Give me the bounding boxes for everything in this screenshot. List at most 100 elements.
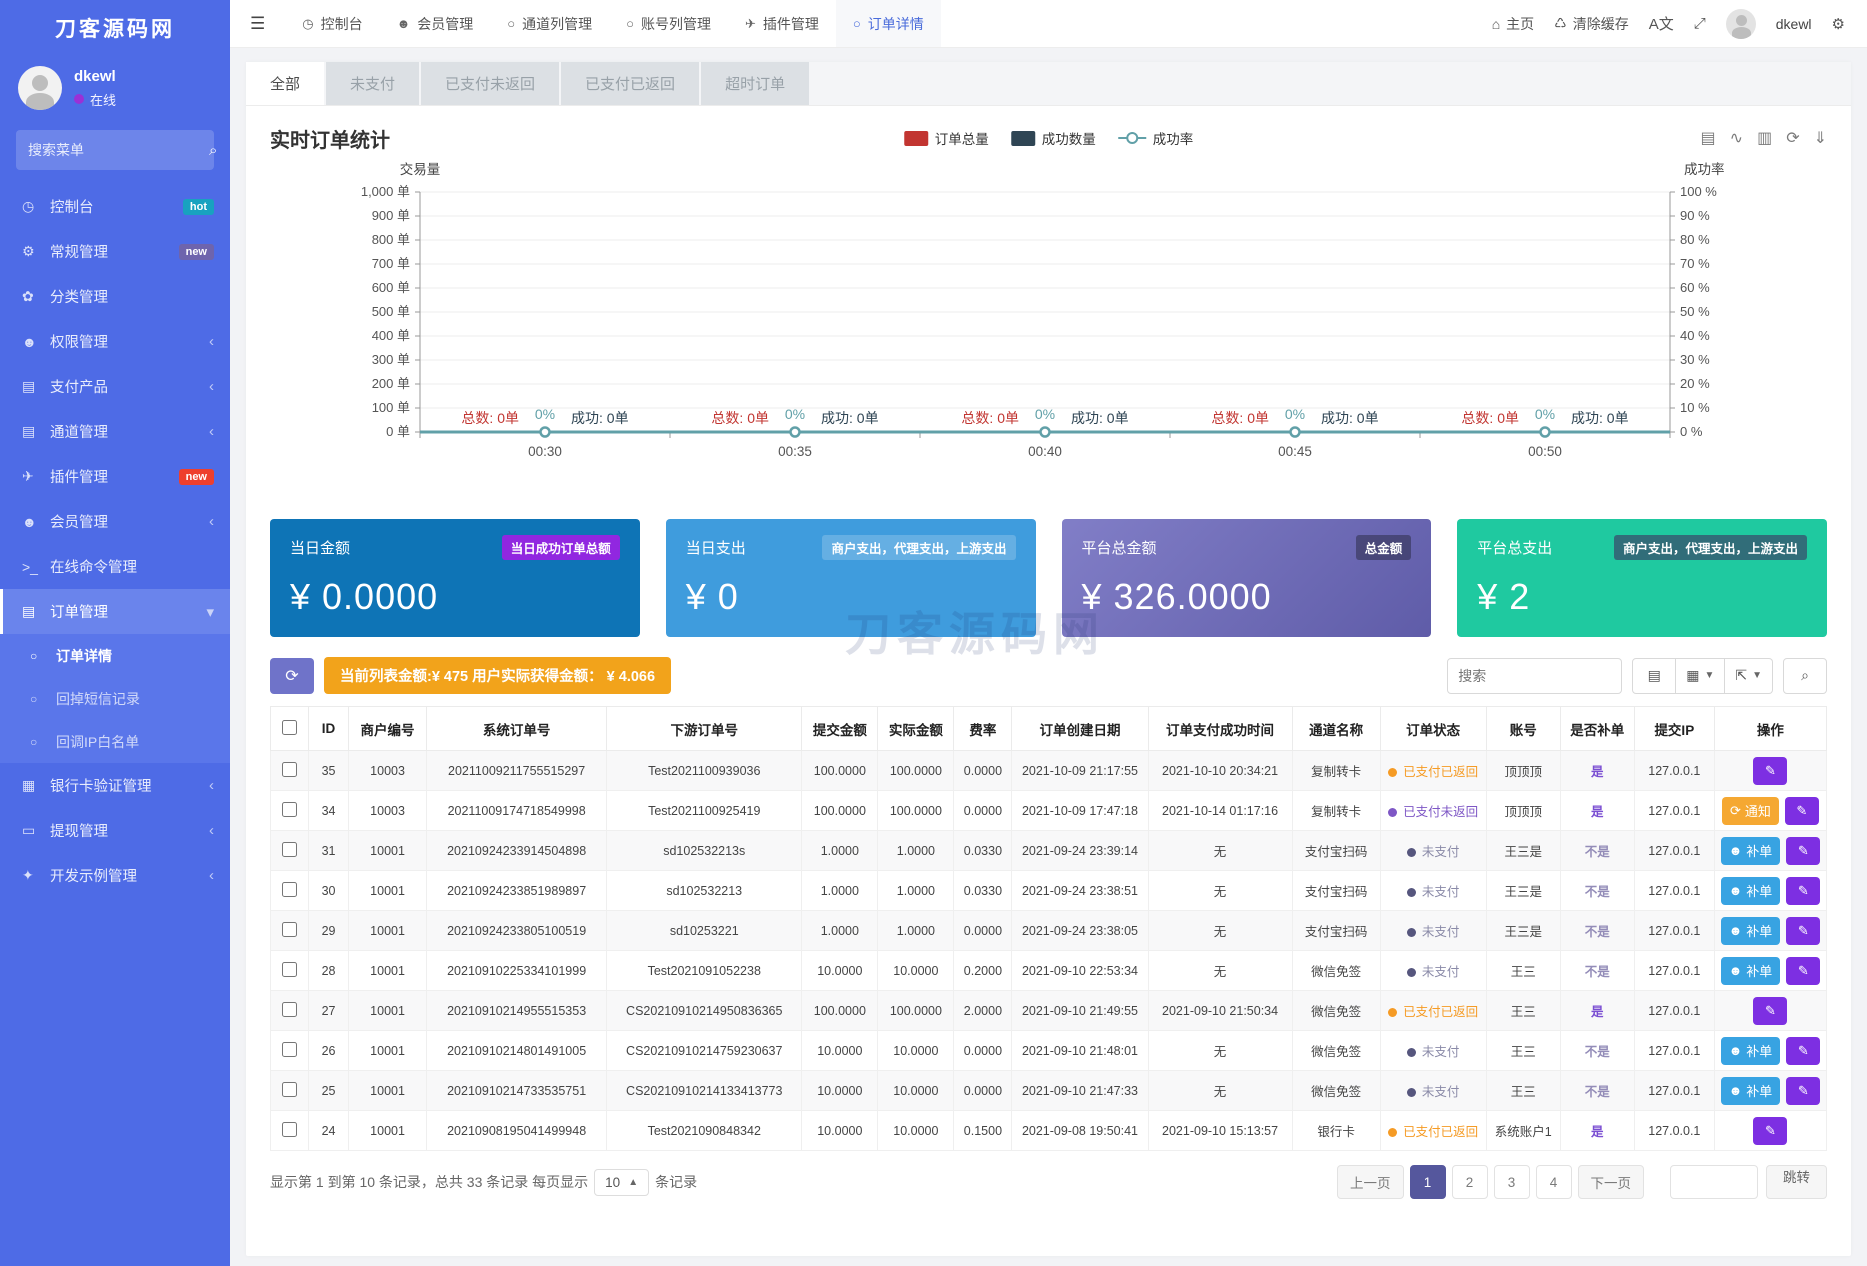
row-checkbox[interactable] [282,762,297,777]
nav-item-账号列管理[interactable]: ○账号列管理 [609,0,728,47]
cell-paid: 2021-09-10 15:13:57 [1148,1111,1292,1151]
sidebar-item-分类管理[interactable]: ✿分类管理 [0,274,230,319]
page-button-1[interactable]: 1 [1410,1165,1446,1199]
row-checkbox[interactable] [282,1042,297,1057]
edit-button[interactable]: ✎ [1753,757,1787,785]
row-checkbox[interactable] [282,842,297,857]
sidebar-item-会员管理[interactable]: ☻会员管理‹ [0,499,230,544]
export-button[interactable]: ⇱ ▼ [1725,658,1773,694]
tab-超时订单[interactable]: 超时订单 [701,62,809,105]
column-header-订单状态: 订单状态 [1380,707,1486,751]
hamburger-icon[interactable]: ☰ [230,14,285,34]
row-checkbox[interactable] [282,802,297,817]
supplement-button[interactable]: ☻补单 [1721,837,1781,865]
legend-item-成功率[interactable]: 成功率 [1118,128,1194,148]
row-checkbox[interactable] [282,962,297,977]
settings-gears-icon[interactable]: ⚙ [1832,15,1845,33]
edit-button[interactable]: ✎ [1786,917,1820,945]
notify-button[interactable]: ⟳通知 [1722,797,1779,825]
translate-icon[interactable]: A文 [1649,13,1674,34]
jump-page-input[interactable] [1670,1165,1758,1199]
edit-button[interactable]: ✎ [1785,797,1819,825]
page-button-4[interactable]: 4 [1536,1165,1572,1199]
refresh-button[interactable]: ⟳ [270,658,314,694]
sidebar-search-input[interactable] [28,142,209,158]
fullscreen-icon[interactable]: ⤢ [1694,15,1706,32]
sidebar-item-提现管理[interactable]: ▭提现管理‹ [0,808,230,853]
columns-button[interactable]: ▦ ▼ [1676,658,1725,694]
line-chart-icon[interactable]: ∿ [1730,128,1743,148]
home-link[interactable]: ⌂主页 [1492,14,1534,34]
user-avatar[interactable] [1726,9,1756,39]
sidebar-item-银行卡验证管理[interactable]: ▦银行卡验证管理‹ [0,763,230,808]
download-icon[interactable]: ⇓ [1814,128,1827,148]
edit-button[interactable]: ✎ [1786,957,1820,985]
page-button-3[interactable]: 3 [1494,1165,1530,1199]
refresh-icon[interactable]: ⟳ [1786,128,1799,148]
users-icon: ☻ [22,334,50,350]
search-icon[interactable]: ⌕ [209,142,217,159]
edit-button[interactable]: ✎ [1786,877,1820,905]
nav-item-控制台[interactable]: ◷控制台 [285,0,379,47]
legend-item-成功数量[interactable]: 成功数量 [1011,128,1096,148]
nav-item-会员管理[interactable]: ☻会员管理 [380,0,491,47]
row-checkbox[interactable] [282,1082,297,1097]
supplement-button[interactable]: ☻补单 [1721,957,1781,985]
cell-rate: 0.0000 [954,791,1012,831]
sidebar-item-在线命令管理[interactable]: >_在线命令管理 [0,544,230,589]
sidebar-item-label: 权限管理 [50,331,209,352]
edit-button[interactable]: ✎ [1753,1117,1787,1145]
edit-button[interactable]: ✎ [1786,1037,1820,1065]
data-view-icon[interactable]: ▤ [1701,128,1716,148]
sidebar-item-权限管理[interactable]: ☻权限管理‹ [0,319,230,364]
sidebar-item-开发示例管理[interactable]: ✦开发示例管理‹ [0,853,230,898]
per-page-select[interactable]: 10▲ [594,1169,649,1196]
jump-button[interactable]: 跳转 [1766,1165,1827,1199]
row-checkbox[interactable] [282,922,297,937]
select-all-checkbox[interactable] [282,720,297,735]
tab-已支付未返回[interactable]: 已支付未返回 [421,62,559,105]
sidebar-item-常规管理[interactable]: ⚙常规管理new [0,229,230,274]
sidebar-item-通道管理[interactable]: ▤通道管理‹ [0,409,230,454]
table-search-input[interactable] [1447,658,1622,694]
clear-cache-link[interactable]: ♺清除缓存 [1554,14,1629,34]
supplement-button[interactable]: ☻补单 [1721,877,1781,905]
cell-down_no: CS20210910214759230637 [607,1031,802,1071]
supplement-button[interactable]: ☻补单 [1721,1077,1781,1105]
svg-text:800 单: 800 单 [372,232,410,247]
row-checkbox[interactable] [282,1122,297,1137]
sidebar-item-插件管理[interactable]: ✈插件管理new [0,454,230,499]
edit-button[interactable]: ✎ [1786,1077,1820,1105]
row-checkbox[interactable] [282,1002,297,1017]
edit-button[interactable]: ✎ [1786,837,1820,865]
supplement-button[interactable]: ☻补单 [1721,917,1781,945]
sidebar-subitem-回调IP白名单[interactable]: ○回调IP白名单 [0,720,230,763]
sidebar-subitem-回掉短信记录[interactable]: ○回掉短信记录 [0,677,230,720]
cell-rate: 0.0000 [954,911,1012,951]
sidebar-item-控制台[interactable]: ◷控制台hot [0,184,230,229]
sidebar-subitem-订单详情[interactable]: ○订单详情 [0,634,230,677]
row-checkbox[interactable] [282,882,297,897]
toggle-view-button[interactable]: ▤ [1632,658,1676,694]
prev-page-button[interactable]: 上一页 [1337,1165,1404,1199]
sidebar-search[interactable]: ⌕ [16,130,214,170]
bar-chart-icon[interactable]: ▥ [1757,128,1772,148]
sidebar-item-订单管理[interactable]: ▤订单管理▾ [0,589,230,634]
tab-已支付已返回[interactable]: 已支付已返回 [561,62,699,105]
edit-button[interactable]: ✎ [1753,997,1787,1025]
legend-item-订单总量[interactable]: 订单总量 [904,128,989,148]
tab-未支付[interactable]: 未支付 [326,62,419,105]
sidebar-item-支付产品[interactable]: ▤支付产品‹ [0,364,230,409]
page-button-2[interactable]: 2 [1452,1165,1488,1199]
svg-text:总数: 0单: 总数: 0单 [1211,410,1269,426]
supplement-button[interactable]: ☻补单 [1721,1037,1781,1065]
tab-全部[interactable]: 全部 [246,62,324,105]
search-button[interactable]: ⌕ [1783,658,1827,694]
next-page-button[interactable]: 下一页 [1578,1165,1645,1199]
nav-item-订单详情[interactable]: ○订单详情 [836,0,941,47]
topbar-username[interactable]: dkewl [1776,16,1812,32]
nav-item-label: 控制台 [321,14,363,34]
nav-item-插件管理[interactable]: ✈插件管理 [728,0,836,47]
cell-status: 已支付已返回 [1380,1111,1486,1151]
nav-item-通道列管理[interactable]: ○通道列管理 [490,0,609,47]
